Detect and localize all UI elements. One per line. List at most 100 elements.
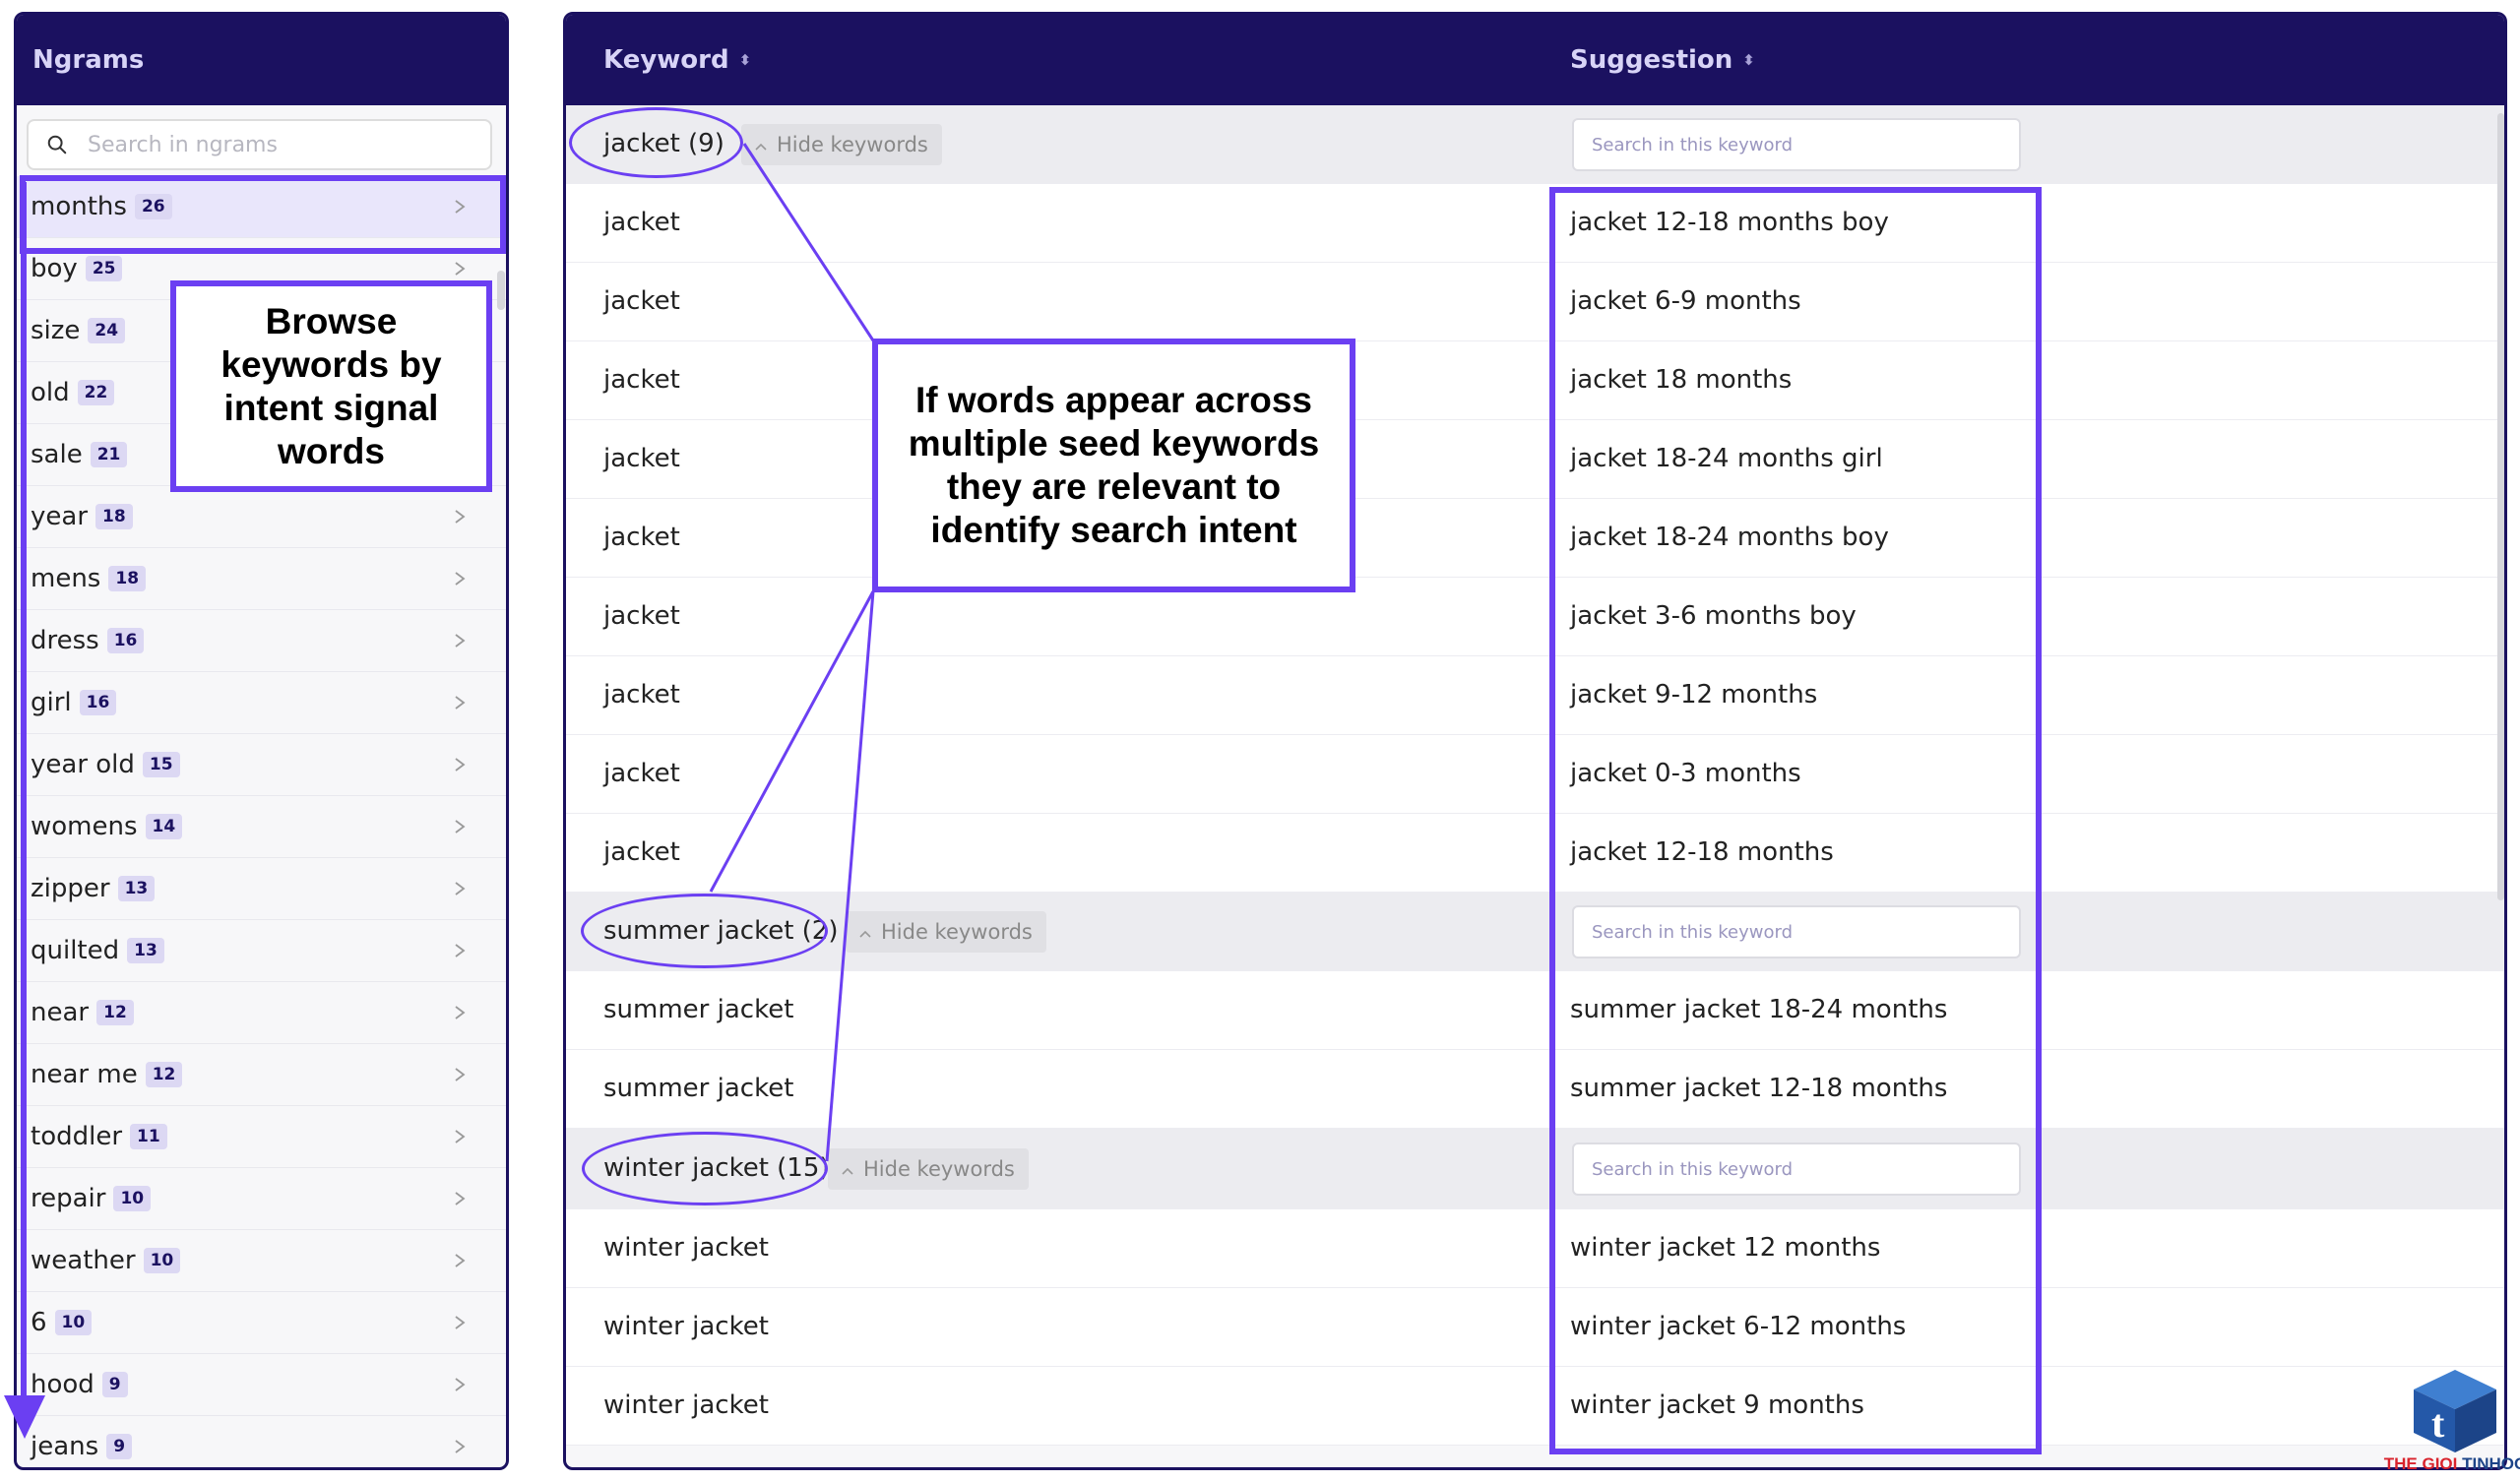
- chevron-up-icon: [755, 133, 767, 156]
- keyword-column-label: Keyword: [603, 45, 729, 75]
- ngram-term: weather: [31, 1246, 136, 1275]
- chevron-right-icon: [453, 1191, 467, 1205]
- ngram-count-badge: 15: [142, 752, 180, 777]
- ngram-term: quilted: [31, 936, 120, 965]
- ngram-count-badge: 14: [145, 814, 183, 839]
- chevron-right-icon: [453, 1067, 467, 1081]
- ngram-term: old: [31, 378, 70, 407]
- ngram-term: near: [31, 998, 90, 1027]
- keyword-cell: jacket: [603, 601, 680, 631]
- keyword-cell: jacket: [603, 208, 680, 237]
- keyword-row[interactable]: jacket jacket 18 months: [566, 341, 2504, 420]
- ngram-scrollbar[interactable]: [497, 271, 505, 310]
- ngram-term: year: [31, 502, 89, 531]
- ngram-term: zipper: [31, 874, 110, 903]
- keyword-row[interactable]: jacket jacket 18-24 months boy: [566, 499, 2504, 578]
- chevron-right-icon: [453, 1253, 467, 1267]
- ngram-term: dress: [31, 626, 99, 655]
- ngram-item[interactable]: jeans 9: [17, 1416, 506, 1467]
- keyword-cell: summer jacket: [603, 995, 794, 1024]
- ngram-item[interactable]: weather 10: [17, 1230, 506, 1292]
- chevron-right-icon: [453, 943, 467, 957]
- keyword-group-row: jacket (9) Hide keywords: [566, 105, 2504, 184]
- keyword-row[interactable]: jacket jacket 12-18 months: [566, 814, 2504, 893]
- ngram-count-badge: 9: [101, 1372, 128, 1397]
- table-scrollbar[interactable]: [2497, 113, 2504, 900]
- ngram-term: 6: [31, 1308, 47, 1337]
- winter-jacket-group-circle: [582, 1132, 828, 1205]
- keyword-cell: jacket: [603, 286, 680, 316]
- ngram-count-badge: 9: [106, 1434, 133, 1459]
- keyword-row[interactable]: winter jacket winter jacket 12 months: [566, 1209, 2504, 1288]
- ngram-item[interactable]: year 18: [17, 486, 506, 548]
- ngram-term: hood: [31, 1370, 94, 1399]
- browse-annotation-text: Browse keywords by intent signal words: [220, 300, 442, 471]
- keyword-cell: winter jacket: [603, 1312, 769, 1341]
- ngram-count-badge: 18: [108, 566, 147, 591]
- ngrams-search[interactable]: [27, 119, 492, 170]
- ngram-item[interactable]: hood 9: [17, 1354, 506, 1416]
- hide-keywords-label: Hide keywords: [777, 133, 928, 156]
- ngram-term: toddler: [31, 1122, 123, 1151]
- ngram-count-badge: 13: [117, 876, 156, 901]
- relevance-annotation-text: If words appear across multiple seed key…: [908, 380, 1320, 550]
- suggestion-column-header[interactable]: Suggestion ⬍: [1570, 15, 1755, 105]
- ngram-count-badge: 24: [88, 318, 126, 343]
- hide-keywords-button[interactable]: Hide keywords: [741, 124, 942, 165]
- ngram-term: mens: [31, 564, 101, 593]
- ngram-item[interactable]: quilted 13: [17, 920, 506, 982]
- ngram-item[interactable]: 6 10: [17, 1292, 506, 1354]
- keyword-row[interactable]: jacket jacket 18-24 months girl: [566, 420, 2504, 499]
- hide-keywords-button[interactable]: Hide keywords: [846, 911, 1046, 953]
- relevance-annotation: If words appear across multiple seed key…: [872, 339, 1355, 592]
- ngrams-header: Ngrams: [17, 15, 506, 105]
- keyword-search-input[interactable]: [1572, 118, 2021, 171]
- keyword-row[interactable]: winter jacket winter jacket 9 months: [566, 1367, 2504, 1446]
- keyword-row[interactable]: summer jacket summer jacket 18-24 months: [566, 971, 2504, 1050]
- keyword-group-row: winter jacket (15) Hide keywords: [566, 1129, 2504, 1209]
- chevron-right-icon: [453, 1005, 467, 1019]
- keyword-row[interactable]: jacket jacket 12-18 months boy: [566, 184, 2504, 263]
- ngram-count-badge: 11: [130, 1124, 167, 1149]
- hide-keywords-button[interactable]: Hide keywords: [828, 1148, 1029, 1190]
- ngram-item[interactable]: near 12: [17, 982, 506, 1044]
- ngram-item[interactable]: toddler 11: [17, 1106, 506, 1168]
- chevron-right-icon: [453, 819, 467, 834]
- chevron-up-icon: [859, 920, 871, 944]
- ngram-count-badge: 22: [77, 380, 115, 405]
- chevron-right-icon: [453, 695, 467, 710]
- chevron-right-icon: [453, 881, 467, 895]
- ngram-term: sale: [31, 440, 83, 469]
- ngram-item[interactable]: near me 12: [17, 1044, 506, 1106]
- ngram-term: jeans: [31, 1432, 99, 1461]
- ngram-term: womens: [31, 812, 138, 841]
- keyword-row[interactable]: jacket jacket 3-6 months boy: [566, 578, 2504, 656]
- ngram-term: year old: [31, 750, 135, 779]
- chevron-right-icon: [453, 1129, 467, 1143]
- keyword-column-header[interactable]: Keyword ⬍: [603, 15, 751, 105]
- keyword-row[interactable]: jacket jacket 0-3 months: [566, 735, 2504, 814]
- ngram-item[interactable]: repair 10: [17, 1168, 506, 1230]
- keyword-cell: winter jacket: [603, 1390, 769, 1420]
- ngram-item[interactable]: womens 14: [17, 796, 506, 858]
- ngram-count-badge: 10: [143, 1248, 181, 1273]
- ngram-count-badge: 18: [95, 504, 133, 529]
- ngrams-search-input[interactable]: [86, 131, 464, 158]
- keyword-row[interactable]: winter jacket winter jacket 6-12 months: [566, 1288, 2504, 1367]
- keyword-row[interactable]: summer jacket summer jacket 12-18 months: [566, 1050, 2504, 1129]
- sort-icon: ⬍: [738, 51, 752, 69]
- keyword-row[interactable]: jacket jacket 6-9 months: [566, 263, 2504, 341]
- ngram-term: girl: [31, 688, 72, 717]
- summer-jacket-group-circle: [581, 894, 828, 968]
- ngram-term: size: [31, 316, 81, 345]
- chevron-right-icon: [453, 509, 467, 524]
- ngram-item[interactable]: girl 16: [17, 672, 506, 734]
- ngram-item[interactable]: mens 18: [17, 548, 506, 610]
- keyword-cell: jacket: [603, 680, 680, 710]
- keyword-row[interactable]: jacket jacket 9-12 months: [566, 656, 2504, 735]
- ngram-item[interactable]: zipper 13: [17, 858, 506, 920]
- chevron-right-icon: [453, 633, 467, 648]
- ngram-item[interactable]: dress 16: [17, 610, 506, 672]
- jacket-group-circle: [569, 107, 743, 178]
- ngram-item[interactable]: year old 15: [17, 734, 506, 796]
